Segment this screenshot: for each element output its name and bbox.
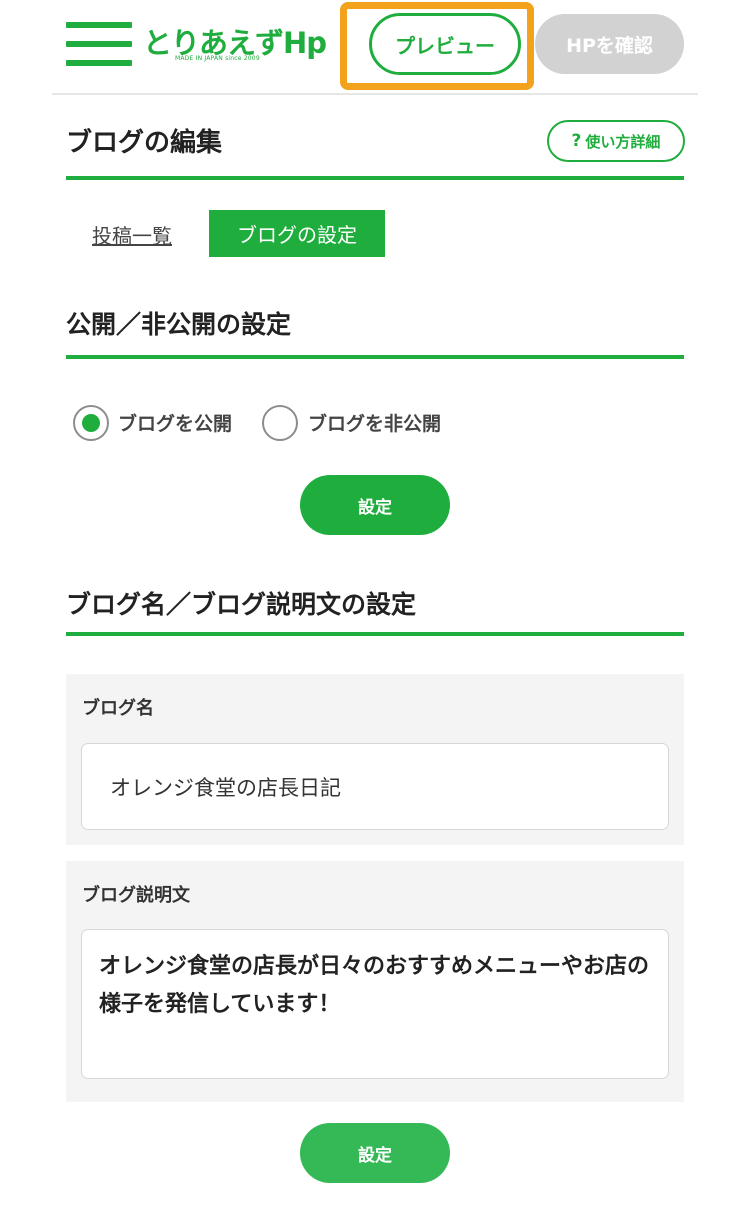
help-button-label: 使い方詳細 [585, 132, 661, 151]
radio-public[interactable] [73, 405, 109, 441]
visibility-divider [66, 355, 684, 359]
help-button[interactable]: ? 使い方詳細 [547, 120, 685, 162]
visibility-heading: 公開／非公開の設定 [66, 310, 292, 339]
radio-selected-dot [82, 414, 100, 432]
header-divider [52, 93, 698, 95]
blog-description-value: オレンジ食堂の店長が日々のおすすめメニューやお店の様子を発信しています！ [99, 954, 650, 1017]
site-logo[interactable]: とりあえずHp MADE IN JAPAN since 2009 [143, 22, 327, 66]
blog-info-divider [66, 632, 684, 636]
blog-info-heading: ブログ名／ブログ説明文の設定 [66, 590, 417, 619]
tab-post-list[interactable]: 投稿一覧 [92, 220, 172, 249]
preview-button[interactable]: プレビュー [369, 13, 521, 75]
blog-name-label: ブログ名 [82, 698, 154, 719]
app-header: とりあえずHp MADE IN JAPAN since 2009 プレビュー H… [0, 0, 750, 94]
blog-name-input[interactable]: オレンジ食堂の店長日記 [81, 743, 669, 830]
visibility-submit-button[interactable]: 設定 [300, 475, 450, 535]
tab-blog-settings[interactable]: ブログの設定 [209, 210, 385, 257]
question-icon: ? [571, 131, 582, 151]
title-divider [66, 176, 684, 180]
radio-private[interactable] [262, 405, 298, 441]
hamburger-menu-icon[interactable] [66, 22, 132, 66]
blog-description-label: ブログ説明文 [82, 885, 190, 906]
page-title: ブログの編集 [66, 128, 223, 158]
logo-tagline: MADE IN JAPAN since 2009 [175, 55, 260, 62]
blog-info-submit-button[interactable]: 設定 [300, 1123, 450, 1183]
blog-description-textarea[interactable]: オレンジ食堂の店長が日々のおすすめメニューやお店の様子を発信しています！ [81, 929, 669, 1079]
blog-name-value: オレンジ食堂の店長日記 [110, 776, 341, 800]
blog-description-panel: ブログ説明文 オレンジ食堂の店長が日々のおすすめメニューやお店の様子を発信してい… [66, 861, 684, 1102]
radio-public-label[interactable]: ブログを公開 [118, 409, 232, 436]
blog-name-panel: ブログ名 オレンジ食堂の店長日記 [66, 674, 684, 845]
radio-private-label[interactable]: ブログを非公開 [308, 409, 441, 436]
check-hp-button[interactable]: HPを確認 [535, 14, 684, 74]
